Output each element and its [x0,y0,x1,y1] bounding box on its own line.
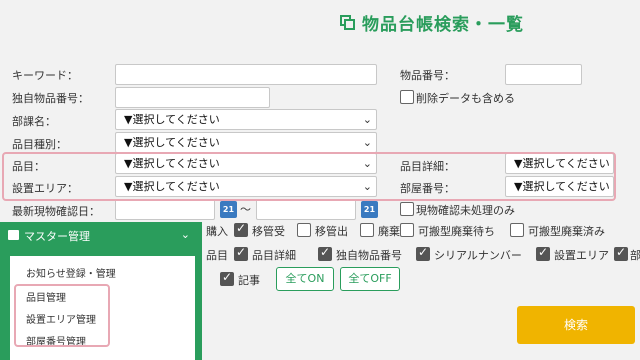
item-detail-select-value: ▼選択してください [514,157,610,170]
date-from-input[interactable] [115,199,215,220]
status-transfer-in-label: 移管受 [252,225,285,238]
item-number-label: 物品番号： [400,69,455,82]
status-portable-pending-label: 可搬型廃棄待ち [418,225,495,238]
calendar-icon[interactable]: 21 [220,201,237,218]
last-confirmed-label: 最新現物確認日： [12,205,100,218]
unique-item-number-label: 独自物品番号： [12,92,89,105]
item-detail-label: 品目詳細： [400,160,455,173]
date-to-input[interactable] [256,199,356,220]
item-label: 品目： [12,160,45,173]
page-title: 物品台帳検索・一覧 [362,15,524,35]
chevron-down-icon: ⌄ [362,113,372,126]
menu-highlight-box [14,284,110,347]
department-select[interactable]: ▼選択してください ⌄ [115,109,377,130]
include-deleted-checkbox[interactable] [400,90,414,104]
room-number-select-value: ▼選択してください [514,180,610,193]
copy-icon [340,14,356,31]
status-transfer-out-label: 移管出 [315,225,348,238]
item-select-value: ▼選択してください [124,157,220,170]
category-type-label: 品目種別： [12,138,67,151]
menu-item-notice[interactable]: お知らせ登録・管理 [26,265,116,280]
status-portable-done-checkbox[interactable] [510,223,524,237]
folder-icon [8,230,19,240]
location-area-select[interactable]: ▼選択してください ⌄ [115,176,377,197]
room-number-select[interactable]: ▼選択してください [505,176,614,197]
range-separator: 〜 [240,203,251,216]
master-panel-header[interactable]: マスター管理 ⌄ [0,222,202,248]
status-transfer-in-checkbox[interactable] [234,221,248,237]
header-bar: 物品台帳検索・一覧 [0,0,640,47]
search-button[interactable]: 検索 [517,306,635,344]
department-select-value: ▼選択してください [124,113,220,126]
column-article-label: 記事 [238,274,260,287]
column-item-label: 品目 [206,249,228,262]
status-portable-done-label: 可搬型廃棄済み [528,225,605,238]
status-purchase-label: 購入 [206,225,228,238]
chevron-down-icon: ⌄ [362,136,372,149]
all-off-button[interactable]: 全てOFF [340,267,400,291]
column-unique-number-checkbox[interactable] [318,245,332,261]
all-on-button[interactable]: 全てON [276,267,334,291]
column-item-detail-label: 品目詳細 [252,249,296,262]
calendar-icon[interactable]: 21 [361,201,378,218]
location-area-label: 設置エリア： [12,182,78,195]
category-type-select[interactable]: ▼選択してください ⌄ [115,132,377,153]
item-select[interactable]: ▼選択してください ⌄ [115,153,377,174]
unprocessed-only-checkbox[interactable] [400,202,414,216]
status-transfer-out-checkbox[interactable] [297,223,311,237]
status-disposal-checkbox[interactable] [360,223,374,237]
keyword-input[interactable] [115,64,377,85]
keyword-label: キーワード： [12,69,78,82]
location-area-select-value: ▼選択してください [124,180,220,193]
column-serial-checkbox[interactable] [416,245,430,261]
column-location-label: 設置エリア [554,249,609,262]
room-number-label: 部屋番号： [400,182,455,195]
column-serial-label: シリアルナンバー [434,249,522,262]
master-panel-title: マスター管理 [24,230,90,243]
status-portable-pending-checkbox[interactable] [400,223,414,237]
include-deleted-label: 削除データも含める [416,92,515,105]
chevron-down-icon: ⌄ [362,180,372,193]
category-type-select-value: ▼選択してください [124,136,220,149]
column-item-detail-checkbox[interactable] [234,245,248,261]
unprocessed-only-label: 現物確認未処理のみ [416,204,515,217]
column-article-checkbox[interactable] [220,270,234,286]
column-dept-checkbox[interactable] [614,245,628,261]
item-number-input[interactable] [505,64,582,85]
column-location-checkbox[interactable] [536,245,550,261]
column-dept-label: 部 [630,249,640,262]
page-title-group: 物品台帳検索・一覧 [340,10,524,35]
column-unique-number-label: 独自物品番号 [336,249,402,262]
chevron-down-icon[interactable]: ⌄ [181,228,190,241]
status-disposal-label: 廃棄 [378,225,400,238]
chevron-down-icon: ⌄ [362,157,372,170]
department-label: 部課名： [12,115,56,128]
item-detail-select[interactable]: ▼選択してください [505,153,614,174]
unique-item-number-input[interactable] [115,87,270,108]
